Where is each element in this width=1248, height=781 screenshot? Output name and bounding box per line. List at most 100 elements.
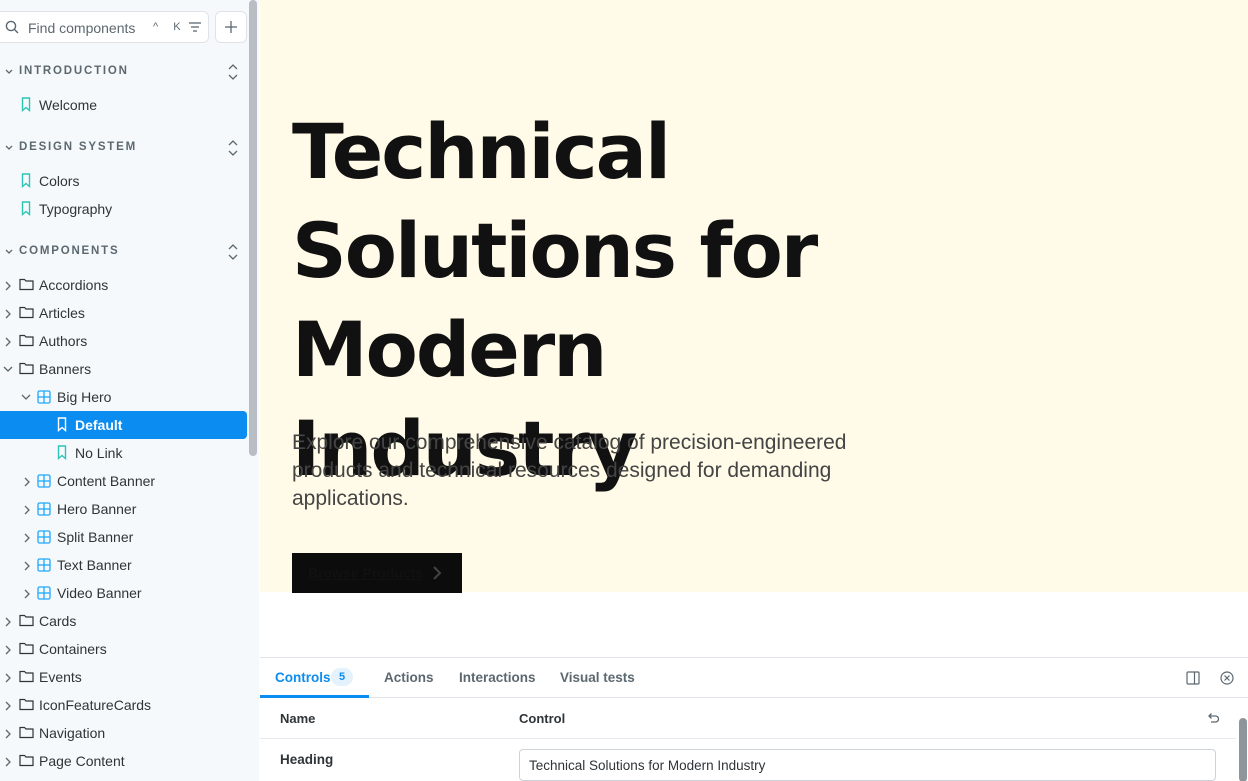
folder-articles[interactable]: Articles [0,299,247,327]
component-text-banner[interactable]: Text Banner [0,551,247,579]
component-big-hero[interactable]: Big Hero [0,383,247,411]
controls-table-header: Name Control [260,699,1236,739]
panel-orientation-icon[interactable] [1186,671,1200,685]
folder-label: Cards [39,613,77,629]
chevron-right-icon [5,757,11,767]
chevron-down-icon [5,249,13,254]
chevron-right-icon [24,505,30,515]
component-icon [37,530,51,544]
section-design-system[interactable]: DESIGN SYSTEM [0,136,259,160]
folder-icon [19,726,34,739]
chevron-right-icon [5,617,11,627]
section-label: INTRODUCTION [19,65,129,77]
tab-actions[interactable]: Actions [384,670,434,685]
expand-collapse-icon[interactable] [227,63,239,81]
folder-cards[interactable]: Cards [0,607,247,635]
search-shortcut: ^ K [153,21,187,33]
component-label: Content Banner [57,473,156,489]
component-label: Split Banner [57,529,134,545]
tab-interactions[interactable]: Interactions [459,670,536,685]
folder-label: Navigation [39,725,106,741]
folder-banners[interactable]: Banners [0,355,247,383]
section-label: COMPONENTS [19,245,120,257]
bookmark-icon [21,173,31,188]
story-typography[interactable]: Typography [0,195,247,223]
active-tab-indicator [260,695,369,698]
chevron-right-icon [5,673,11,683]
story-label: Colors [39,173,80,189]
folder-authors[interactable]: Authors [0,327,247,355]
addon-tabs: Controls 5 Actions Interactions Visual t… [260,658,1248,698]
folder-label: Page Content [39,753,125,769]
tab-visual-tests[interactable]: Visual tests [560,670,635,685]
component-icon [37,558,51,572]
hero-description: Explore our comprehensive catalog of pre… [292,431,847,510]
story-welcome[interactable]: Welcome [0,91,247,119]
folder-events[interactable]: Events [0,663,247,691]
story-label: No Link [75,445,123,461]
story-preview: Technical Solutions for Modern Industry … [260,0,1248,657]
folder-page-content[interactable]: Page Content [0,747,247,775]
chevron-down-icon [5,69,13,74]
search-box[interactable]: Find components ^ K [0,11,209,43]
folder-containers[interactable]: Containers [0,635,247,663]
column-name: Name [280,711,316,726]
panel-scrollbar[interactable] [1239,718,1247,781]
bookmark-icon [57,417,67,432]
section-components[interactable]: COMPONENTS [0,240,259,264]
folder-icon [19,642,34,655]
folder-icon [19,754,34,767]
component-video-banner[interactable]: Video Banner [0,579,247,607]
add-story-button[interactable] [215,11,247,43]
folder-icon [19,362,34,375]
expand-collapse-icon[interactable] [227,243,239,261]
story-label: Default [75,417,123,433]
folder-label: Articles [39,305,85,321]
section-introduction[interactable]: INTRODUCTION [0,60,259,84]
sidebar-scrollbar[interactable] [249,0,257,456]
bookmark-icon [21,97,31,112]
component-icon [37,586,51,600]
folder-icon [19,670,34,683]
chevron-right-icon [5,729,11,739]
component-hero-banner[interactable]: Hero Banner [0,495,247,523]
close-panel-icon[interactable] [1220,671,1234,685]
big-hero-banner: Technical Solutions for Modern Industry … [260,0,1248,593]
component-icon [37,474,51,488]
chevron-right-icon [5,645,11,655]
folder-icon-feature-cards[interactable]: IconFeatureCards [0,691,247,719]
component-split-banner[interactable]: Split Banner [0,523,247,551]
story-label: Welcome [39,97,98,113]
column-control: Control [519,711,566,726]
folder-accordions[interactable]: Accordions [0,271,247,299]
folder-label: IconFeatureCards [39,697,152,713]
chevron-right-icon [5,337,11,347]
story-label: Typography [39,201,113,217]
folder-navigation[interactable]: Navigation [0,719,247,747]
expand-collapse-icon[interactable] [227,139,239,157]
search-icon [5,20,19,34]
component-content-banner[interactable]: Content Banner [0,467,247,495]
folder-label: Banners [39,361,92,377]
chevron-right-icon [24,561,30,571]
chevron-down-icon [21,394,31,400]
folder-icon [19,278,34,291]
section-label: DESIGN SYSTEM [19,141,137,153]
story-no-link[interactable]: No Link [0,439,247,467]
control-row-heading-label: Heading [280,752,334,767]
chevron-right-icon [5,701,11,711]
folder-label: Containers [39,641,107,657]
arrow-right-icon [433,566,442,580]
component-label: Big Hero [57,389,112,405]
search-input[interactable]: Find components [28,20,135,36]
folder-icon [19,698,34,711]
addons-panel: Controls 5 Actions Interactions Visual t… [260,657,1248,781]
browse-products-button[interactable]: Browse Products [292,553,462,593]
folder-icon [19,334,34,347]
heading-control-input[interactable] [519,749,1216,781]
story-default[interactable]: Default [0,411,247,439]
chevron-right-icon [5,281,11,291]
reset-controls-icon[interactable] [1206,711,1220,725]
filter-icon[interactable] [188,20,202,34]
story-colors[interactable]: Colors [0,167,247,195]
